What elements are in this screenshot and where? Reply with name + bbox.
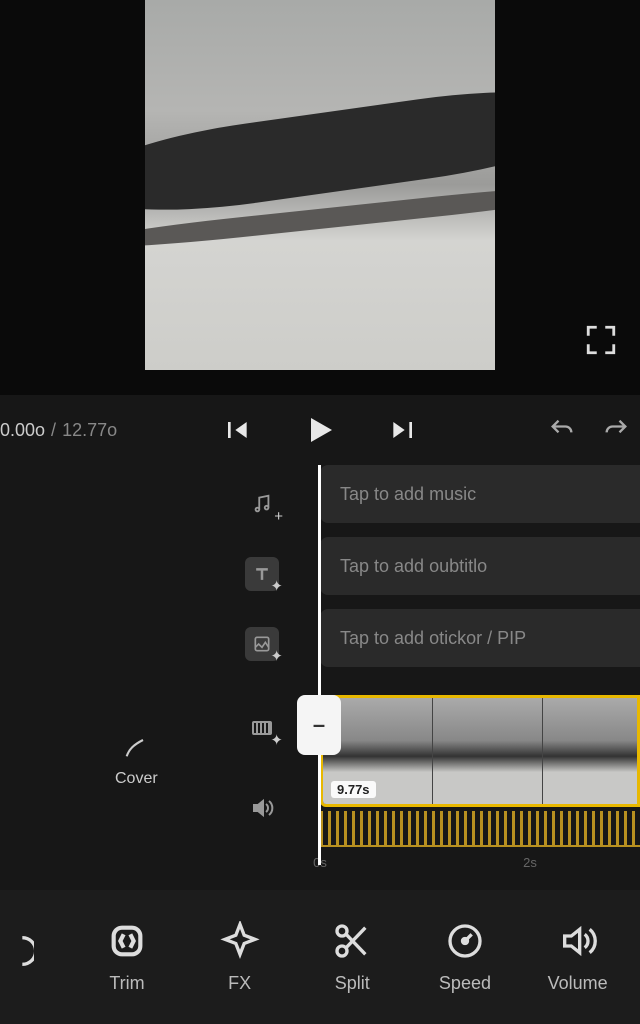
clip-thumbnail[interactable] xyxy=(543,698,640,804)
plus-icon: + xyxy=(274,508,283,525)
tool-label: Speed xyxy=(439,973,491,994)
filmstrip-icon[interactable]: ✦ xyxy=(245,711,279,745)
audio-track-icon[interactable] xyxy=(245,791,279,825)
time-display: 0.00o / 12.77o xyxy=(0,420,117,441)
video-preview-area xyxy=(0,0,640,395)
skip-previous-button[interactable] xyxy=(220,414,252,446)
sticker-track-hint: Tap to add otickor / PIP xyxy=(340,628,526,649)
undo-button[interactable] xyxy=(548,416,576,444)
fx-button[interactable]: FX xyxy=(200,921,280,994)
timeline-area: Cover + ✦ ✦ ✦ Tap to add music Tap to ad… xyxy=(0,465,640,890)
music-track[interactable]: Tap to add music xyxy=(320,465,640,523)
clip-duration-badge: 9.77s xyxy=(331,781,376,798)
audio-waveform[interactable] xyxy=(320,811,640,847)
time-current: 0.00o xyxy=(0,420,45,441)
speed-button[interactable]: Speed xyxy=(425,921,505,994)
plus-icon: ✦ xyxy=(270,577,283,595)
skip-next-button[interactable] xyxy=(388,414,420,446)
clip-thumbnail[interactable] xyxy=(433,698,543,804)
preview-frame[interactable] xyxy=(145,0,495,370)
plus-icon: ✦ xyxy=(270,647,283,665)
tool-label: Trim xyxy=(109,973,144,994)
split-button[interactable]: Split xyxy=(312,921,392,994)
playhead[interactable] xyxy=(318,465,321,865)
plus-icon: ✦ xyxy=(270,731,283,749)
time-total: 12.77o xyxy=(62,420,117,441)
music-track-hint: Tap to add music xyxy=(340,484,476,505)
add-text-icon[interactable]: ✦ xyxy=(245,557,279,591)
sticker-track[interactable]: Tap to add otickor / PIP xyxy=(320,609,640,667)
time-ruler[interactable]: 0s 2s xyxy=(320,855,640,885)
cover-button[interactable]: Cover xyxy=(115,733,158,788)
clip-trim-handle[interactable]: – xyxy=(297,695,341,755)
trim-button[interactable]: Trim xyxy=(87,921,167,994)
tool-label: FX xyxy=(228,973,251,994)
video-clip-track[interactable]: 9.77s xyxy=(320,695,640,807)
playback-controls: 0.00o / 12.77o xyxy=(0,395,640,465)
volume-button[interactable]: Volume xyxy=(538,921,618,994)
tool-label: Volume xyxy=(548,973,608,994)
subtitle-track[interactable]: Tap to add oubtitlo xyxy=(320,537,640,595)
redo-button[interactable] xyxy=(602,416,630,444)
cover-label: Cover xyxy=(115,770,158,788)
bottom-toolbar: Trim FX Split Speed Volume xyxy=(0,890,640,1024)
time-separator: / xyxy=(51,420,56,441)
ruler-tick: 2s xyxy=(523,855,537,870)
play-button[interactable] xyxy=(302,412,338,448)
tool-button-unknown[interactable] xyxy=(0,931,54,983)
fullscreen-button[interactable] xyxy=(584,323,618,357)
subtitle-track-hint: Tap to add oubtitlo xyxy=(340,556,487,577)
add-music-icon[interactable]: + xyxy=(245,487,279,521)
tool-label: Split xyxy=(335,973,370,994)
add-sticker-icon[interactable]: ✦ xyxy=(245,627,279,661)
